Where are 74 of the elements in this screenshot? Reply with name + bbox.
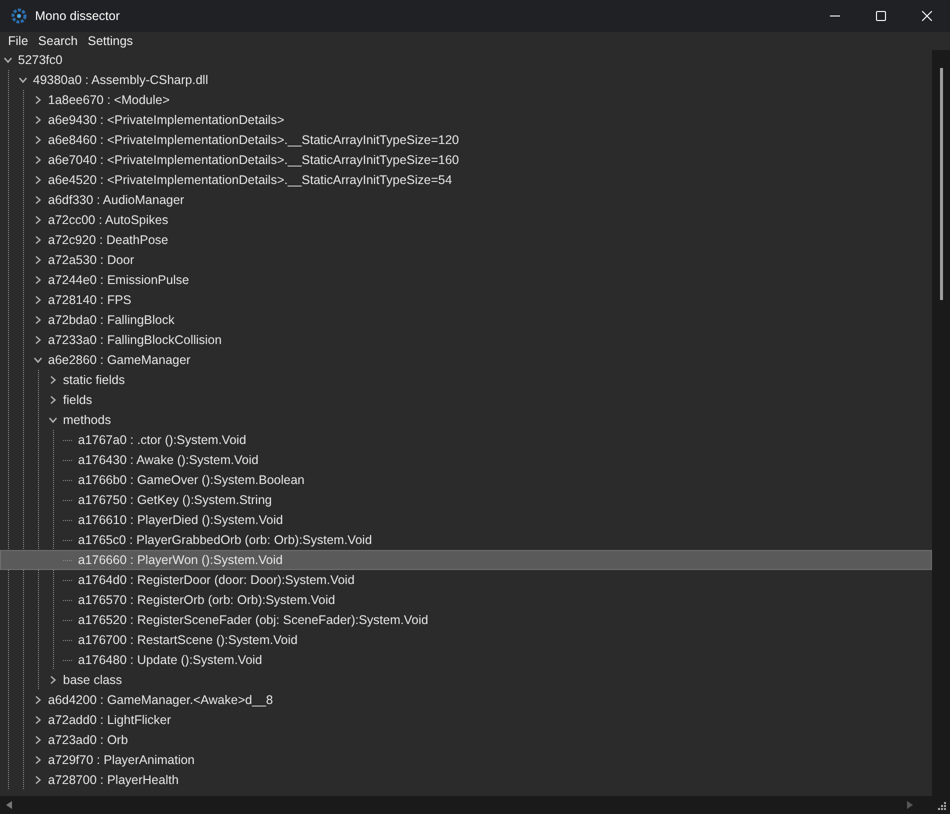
- chevron-right-icon[interactable]: [48, 675, 58, 685]
- tree-item[interactable]: fields: [0, 390, 932, 410]
- chevron-right-icon[interactable]: [33, 255, 43, 265]
- tree-item[interactable]: a7233a0 : FallingBlockCollision: [0, 330, 932, 350]
- tree-item[interactable]: a1767a0 : .ctor ():System.Void: [0, 430, 932, 450]
- chevron-right-icon[interactable]: [33, 335, 43, 345]
- tree-item[interactable]: a6e4520 : <PrivateImplementationDetails>.__StaticArrayInitTypeSize=54: [0, 170, 932, 190]
- tree-item[interactable]: a7244e0 : EmissionPulse: [0, 270, 932, 290]
- chevron-right-icon[interactable]: [33, 235, 43, 245]
- tree-item[interactable]: a1765c0 : PlayerGrabbedOrb (orb: Orb):System.Void: [0, 530, 932, 550]
- resize-grip-icon[interactable]: [937, 800, 946, 810]
- app-logo-icon: [11, 8, 27, 24]
- tree-item[interactable]: a176700 : RestartScene ():System.Void: [0, 630, 932, 650]
- chevron-right-icon[interactable]: [33, 115, 43, 125]
- scrollbar-thumb[interactable]: [940, 68, 942, 300]
- chevron-right-icon[interactable]: [33, 275, 43, 285]
- tree-item[interactable]: a176610 : PlayerDied ():System.Void: [0, 510, 932, 530]
- tree-item[interactable]: a72a530 : Door: [0, 250, 932, 270]
- horizontal-scrollbar[interactable]: [0, 796, 950, 814]
- chevron-right-icon[interactable]: [33, 735, 43, 745]
- tree-item[interactable]: a1766b0 : GameOver ():System.Boolean: [0, 470, 932, 490]
- tree-item[interactable]: a6df330 : AudioManager: [0, 190, 932, 210]
- chevron-right-icon[interactable]: [33, 155, 43, 165]
- tree-item[interactable]: a176520 : RegisterSceneFader (obj: SceneFader):System.Void: [0, 610, 932, 630]
- tree-item[interactable]: 5273fc0: [0, 50, 932, 70]
- chevron-right-icon[interactable]: [33, 775, 43, 785]
- tree-item[interactable]: a176480 : Update ():System.Void: [0, 650, 932, 670]
- tree-item[interactable]: a6e7040 : <PrivateImplementationDetails>.__StaticArrayInitTypeSize=160: [0, 150, 932, 170]
- chevron-right-icon[interactable]: [33, 195, 43, 205]
- chevron-right-icon[interactable]: [33, 135, 43, 145]
- close-icon: [922, 11, 932, 21]
- tree-item[interactable]: a6d4200 : GameManager.<Awake>d__8: [0, 690, 932, 710]
- chevron-right-icon[interactable]: [48, 395, 58, 405]
- chevron-right-icon[interactable]: [33, 755, 43, 765]
- vertical-scrollbar[interactable]: [932, 50, 950, 796]
- chevron-down-icon[interactable]: [18, 75, 28, 85]
- menu-item[interactable]: Settings: [82, 32, 138, 50]
- chevron-right-icon[interactable]: [33, 175, 43, 185]
- chevron-right-icon[interactable]: [33, 715, 43, 725]
- chevron-down-icon[interactable]: [33, 355, 43, 365]
- menu-item[interactable]: File: [3, 32, 34, 50]
- menu-item[interactable]: Search: [33, 32, 83, 50]
- tree-item[interactable]: a176660 : PlayerWon ():System.Void: [0, 550, 932, 570]
- tree-item[interactable]: a176570 : RegisterOrb (orb: Orb):System.Void: [0, 590, 932, 610]
- chevron-right-icon[interactable]: [33, 295, 43, 305]
- tree-item[interactable]: a72c920 : DeathPose: [0, 230, 932, 250]
- tree-item[interactable]: a176430 : Awake ():System.Void: [0, 450, 932, 470]
- tree-item[interactable]: a723ad0 : Orb: [0, 730, 932, 750]
- tree-item[interactable]: a72cc00 : AutoSpikes: [0, 210, 932, 230]
- tree-item[interactable]: a6e2860 : GameManager: [0, 350, 932, 370]
- chevron-right-icon[interactable]: [33, 215, 43, 225]
- chevron-right-icon[interactable]: [33, 95, 43, 105]
- window-title: Mono dissector: [35, 8, 120, 25]
- tree-item[interactable]: methods: [0, 410, 932, 430]
- tree-item[interactable]: a729f70 : PlayerAnimation: [0, 750, 932, 770]
- tree-item[interactable]: 49380a0 : Assembly-CSharp.dll: [0, 70, 932, 90]
- tree-item[interactable]: a72bda0 : FallingBlock: [0, 310, 932, 330]
- tree-item[interactable]: base class: [0, 670, 932, 690]
- maximize-icon: [876, 11, 886, 21]
- chevron-down-icon[interactable]: [3, 55, 13, 65]
- scroll-left-icon[interactable]: [6, 801, 12, 809]
- tree-item[interactable]: a176750 : GetKey ():System.String: [0, 490, 932, 510]
- tree-item[interactable]: a1764d0 : RegisterDoor (door: Door):System.Void: [0, 570, 932, 590]
- tree-item[interactable]: static fields: [0, 370, 932, 390]
- tree-item[interactable]: a728700 : PlayerHealth: [0, 770, 932, 790]
- chevron-down-icon[interactable]: [48, 415, 58, 425]
- tree-item[interactable]: a6e8460 : <PrivateImplementationDetails>.__StaticArrayInitTypeSize=120: [0, 130, 932, 150]
- chevron-right-icon[interactable]: [33, 315, 43, 325]
- tree-item[interactable]: a728140 : FPS: [0, 290, 932, 310]
- chevron-right-icon[interactable]: [33, 695, 43, 705]
- tree-item[interactable]: a72add0 : LightFlicker: [0, 710, 932, 730]
- tree-item[interactable]: a6e9430 : <PrivateImplementationDetails>: [0, 110, 932, 130]
- tree-item[interactable]: 1a8ee670 : <Module>: [0, 90, 932, 110]
- chevron-right-icon[interactable]: [48, 375, 58, 385]
